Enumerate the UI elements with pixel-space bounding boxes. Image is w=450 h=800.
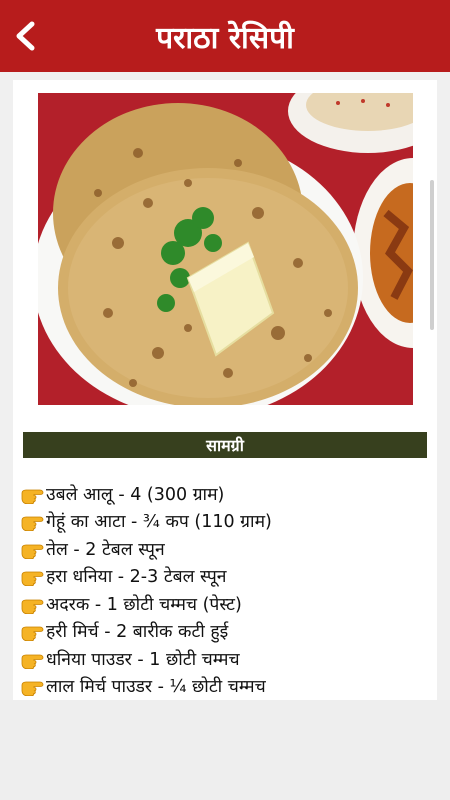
- recipe-content[interactable]: सामग्री उबले आलू - 4 (300 ग्राम) गेहूं का…: [13, 80, 437, 700]
- pointing-hand-icon: [21, 594, 45, 614]
- ingredient-label: तेल - 2 टेबल स्पून: [46, 539, 165, 560]
- ingredient-item: गेहूं का आटा - ¾ कप (110 ग्राम): [21, 508, 431, 536]
- ingredient-label: लाल मिर्च पाउडर - ¼ छोटी चम्मच: [46, 677, 266, 698]
- ingredient-label: हरा धनिया - 2-3 टेबल स्पून: [46, 567, 227, 588]
- pointing-hand-icon: [21, 621, 45, 642]
- ingredient-item: अदरक - 1 छोटी चम्मच (पेस्ट): [21, 590, 431, 618]
- ingredient-item: लाल मिर्च पाउडर - ¼ छोटी चम्मच: [21, 673, 431, 701]
- ingredient-label: हरी मिर्च - 2 बारीक कटी हुई: [46, 622, 229, 643]
- ingredient-label: धनिया पाउडर - 1 छोटी चम्मच: [46, 649, 240, 670]
- ingredient-label: अदरक - 1 छोटी चम्मच (पेस्ट): [46, 594, 242, 615]
- pointing-hand-icon: [21, 511, 45, 532]
- scrollbar[interactable]: [430, 180, 434, 330]
- ingredients-header: सामग्री: [23, 432, 427, 458]
- app-bar: पराठा रेसिपी: [0, 0, 450, 72]
- footer-area: [0, 700, 450, 800]
- pointing-hand-icon: [21, 484, 45, 504]
- chevron-left-icon: [16, 21, 35, 51]
- ingredient-item: उबले आलू - 4 (300 ग्राम): [21, 480, 431, 508]
- ingredient-item: धनिया पाउडर - 1 छोटी चम्मच: [21, 645, 431, 673]
- back-button[interactable]: [8, 18, 44, 54]
- ingredient-label: उबले आलू - 4 (300 ग्राम): [46, 484, 225, 505]
- page-title: पराठा रेसिपी: [156, 20, 294, 56]
- ingredient-list: उबले आलू - 4 (300 ग्राम) गेहूं का आटा - ¾…: [21, 480, 431, 700]
- ingredient-item: हरी मिर्च - 2 बारीक कटी हुई: [21, 618, 431, 646]
- recipe-image: [38, 93, 413, 405]
- pointing-hand-icon: [21, 539, 45, 559]
- pointing-hand-icon: [21, 676, 45, 697]
- pointing-hand-icon: [21, 649, 45, 669]
- ingredient-label: गेहूं का आटा - ¾ कप (110 ग्राम): [46, 512, 272, 533]
- pointing-hand-icon: [21, 566, 45, 587]
- ingredient-item: तेल - 2 टेबल स्पून: [21, 535, 431, 563]
- ingredient-item: हरा धनिया - 2-3 टेबल स्पून: [21, 563, 431, 591]
